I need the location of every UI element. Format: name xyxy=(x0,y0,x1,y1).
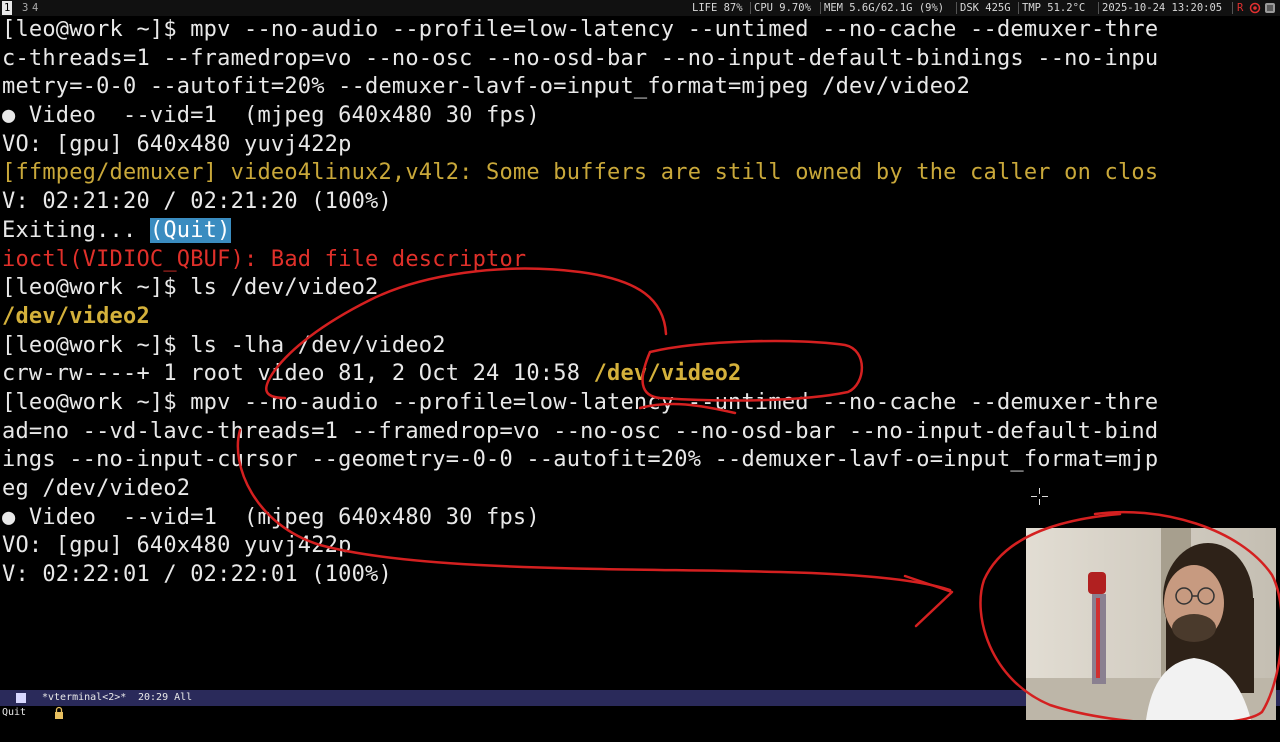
terminal-line: metry=-0-0 --autofit=20% --demuxer-lavf-… xyxy=(2,73,1280,102)
terminal-text: /dev/video2 xyxy=(2,303,150,329)
terminal-line: [leo@work ~]$ ls -lha /dev/video2 xyxy=(2,332,1280,361)
temperature-status: TMP 51.2°C xyxy=(1022,2,1086,14)
terminal-text: ings --no-input-cursor --geometry=-0-0 -… xyxy=(2,447,1159,473)
terminal-text: eg /dev/video2 xyxy=(2,476,191,501)
terminal-output[interactable]: [leo@work ~]$ mpv --no-audio --profile=l… xyxy=(2,16,1280,590)
workspace-3[interactable]: 3 xyxy=(20,1,30,15)
terminal-line: [ffmpeg/demuxer] video4linux2,v4l2: Some… xyxy=(2,159,1280,188)
terminal-line: /dev/video2 xyxy=(2,303,1280,332)
terminal-text: ● Video --vid=1 (mjpeg 640x480 30 fps) xyxy=(2,504,540,530)
terminal-line: ings --no-input-cursor --geometry=-0-0 -… xyxy=(2,446,1280,475)
clock: 2025-10-24 13:20:05 xyxy=(1102,2,1223,14)
crosshair-cursor-icon xyxy=(1031,488,1048,505)
terminal-text: ● Video --vid=1 (mjpeg 640x480 30 fps) xyxy=(2,103,540,129)
disk-status: DSK 425G xyxy=(960,2,1011,14)
cursor-position: 20:29 All xyxy=(138,692,193,703)
terminal-line: Exiting... (Quit) xyxy=(2,217,1280,246)
minibuffer-message: Quit xyxy=(2,707,27,718)
terminal-text: (Quit) xyxy=(149,217,231,243)
terminal-text: crw-rw----+ 1 root video 81, 2 Oct 24 10… xyxy=(2,361,594,387)
terminal-line: V: 02:21:20 / 02:21:20 (100%) xyxy=(2,188,1280,217)
webcam-overlay xyxy=(1026,528,1276,720)
terminal-text: V: 02:22:01 / 02:22:01 (100%) xyxy=(2,562,392,588)
terminal-icon xyxy=(16,693,26,703)
cpu-status: CPU 9.70% xyxy=(754,2,811,14)
terminal-line: c-threads=1 --framedrop=vo --no-osc --no… xyxy=(2,45,1280,74)
terminal-text: c-threads=1 --framedrop=vo --no-osc --no… xyxy=(2,45,1159,71)
terminal-text: ioctl(VIDIOC_QBUF): Bad file descriptor xyxy=(2,246,527,272)
terminal-line: [leo@work ~]$ mpv --no-audio --profile=l… xyxy=(2,16,1280,45)
terminal-line: ● Video --vid=1 (mjpeg 640x480 30 fps) xyxy=(2,102,1280,131)
memory-status: MEM 5.6G/62.1G (9%) xyxy=(824,2,945,14)
buffer-name[interactable]: *vterminal<2>* xyxy=(42,690,126,706)
battery-status: LIFE 87% xyxy=(692,2,743,14)
terminal-line: ioctl(VIDIOC_QBUF): Bad file descriptor xyxy=(2,246,1280,275)
workspace-4[interactable]: 4 xyxy=(30,1,40,15)
terminal-text: V: 02:21:20 / 02:21:20 (100%) xyxy=(2,189,392,215)
terminal-line: crw-rw----+ 1 root video 81, 2 Oct 24 10… xyxy=(2,360,1280,389)
terminal-line: ad=no --vd-lavc-threads=1 --framedrop=vo… xyxy=(2,418,1280,447)
terminal-text: Exiting... xyxy=(2,217,150,243)
top-status-bar: 1 3 4 LIFE 87% CPU 9.70% MEM 5.6G/62.1G … xyxy=(0,0,1280,16)
terminal-line: [leo@work ~]$ mpv --no-audio --profile=l… xyxy=(2,389,1280,418)
terminal-text: [leo@work ~]$ mpv --no-audio --profile=l… xyxy=(2,17,1159,42)
terminal-line: eg /dev/video2 xyxy=(2,475,1280,504)
terminal-text: ad=no --vd-lavc-threads=1 --framedrop=vo… xyxy=(2,418,1159,444)
recording-indicator: R xyxy=(1237,2,1244,14)
terminal-text: VO: [gpu] 640x480 yuvj422p xyxy=(2,131,352,157)
terminal-text: [leo@work ~]$ ls /dev/video2 xyxy=(2,275,379,301)
workspace-1[interactable]: 1 xyxy=(2,1,13,15)
terminal-text: VO: [gpu] 640x480 yuvj422p xyxy=(2,533,352,559)
terminal-text: /dev/video2 xyxy=(593,361,742,387)
terminal-text: [leo@work ~]$ ls -lha /dev/video2 xyxy=(2,332,446,358)
terminal-line: VO: [gpu] 640x480 yuvj422p xyxy=(2,131,1280,160)
terminal-text: [ffmpeg/demuxer] video4linux2,v4l2: Some… xyxy=(2,160,1159,186)
terminal-line: [leo@work ~]$ ls /dev/video2 xyxy=(2,274,1280,303)
terminal-text: [leo@work ~]$ mpv --no-audio --profile=l… xyxy=(2,389,1159,415)
terminal-text: metry=-0-0 --autofit=20% --demuxer-lavf-… xyxy=(2,74,971,100)
